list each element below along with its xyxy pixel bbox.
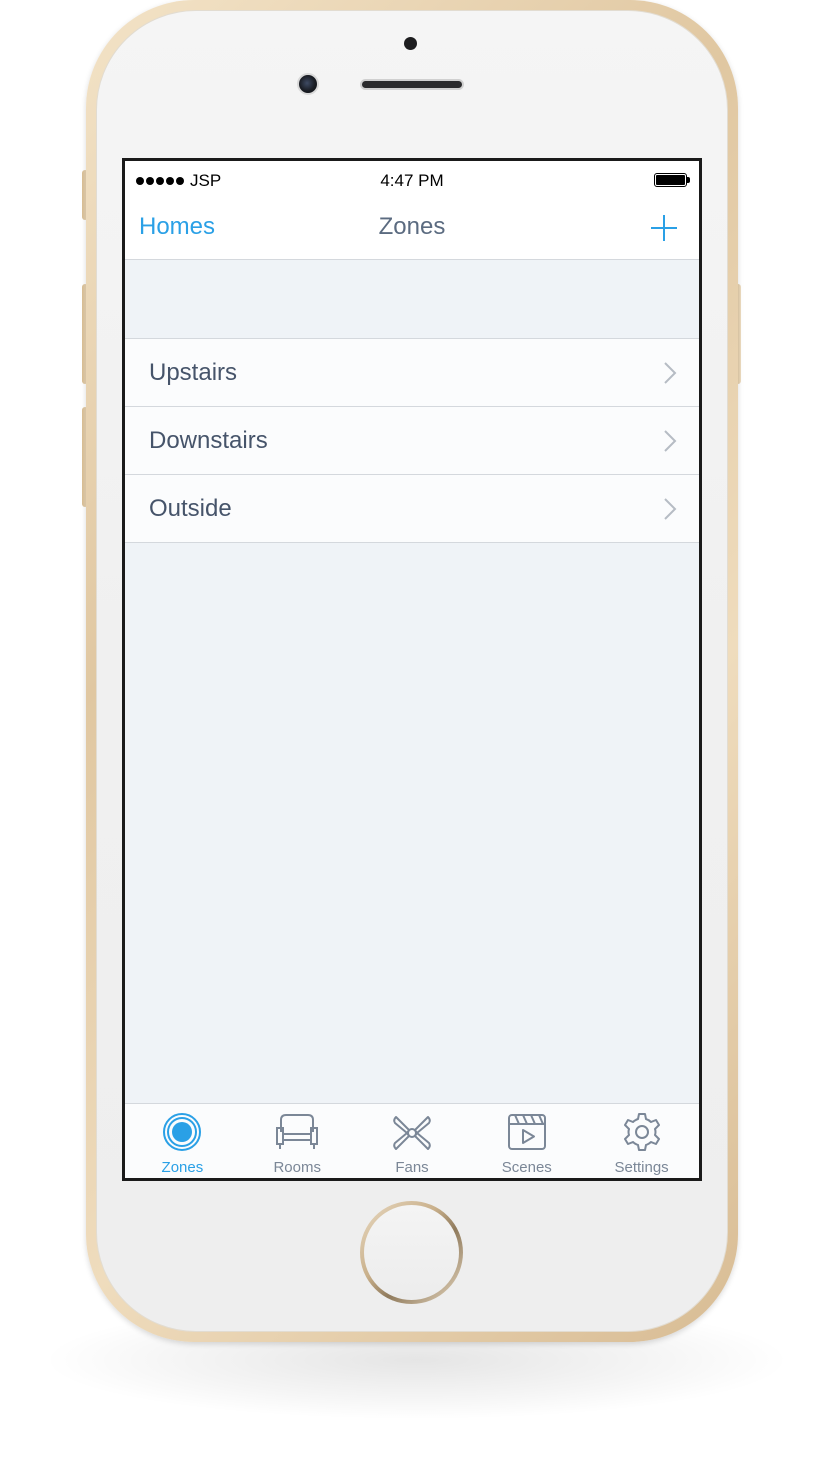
app-screen: JSP 4:47 PM Homes Zones Upstairs Downsta…	[125, 161, 699, 1178]
earpiece-speaker	[360, 79, 464, 90]
tab-label: Settings	[614, 1159, 669, 1176]
tab-label: Rooms	[273, 1159, 321, 1176]
status-time: 4:47 PM	[380, 171, 444, 190]
clapperboard-icon	[507, 1114, 546, 1150]
tab-zones[interactable]: Zones	[125, 1104, 240, 1178]
chevron-right-icon	[664, 430, 677, 452]
sofa-icon	[276, 1114, 319, 1149]
chevron-right-icon	[664, 498, 677, 520]
gear-icon	[623, 1113, 660, 1151]
tab-rooms[interactable]: Rooms	[240, 1104, 355, 1178]
zone-row-upstairs[interactable]: Upstairs	[125, 339, 699, 407]
tab-label: Scenes	[501, 1159, 552, 1176]
zone-label: Downstairs	[149, 427, 268, 454]
front-camera	[297, 73, 319, 95]
status-bar: JSP 4:47 PM	[125, 161, 699, 199]
tab-scenes[interactable]: Scenes	[469, 1104, 584, 1178]
zones-icon	[163, 1113, 202, 1151]
navigation-bar: Homes Zones	[125, 199, 699, 260]
tab-bar: Zones Rooms Fans Scenes Settings	[125, 1103, 699, 1178]
tab-settings[interactable]: Settings	[584, 1104, 699, 1178]
zone-label: Outside	[149, 495, 232, 522]
zone-row-downstairs[interactable]: Downstairs	[125, 407, 699, 475]
plus-icon	[651, 215, 677, 241]
tab-label: Fans	[395, 1159, 429, 1176]
tab-fans[interactable]: Fans	[355, 1104, 470, 1178]
zone-label: Upstairs	[149, 359, 238, 386]
add-zone-button[interactable]	[649, 213, 679, 243]
chevron-right-icon	[664, 362, 677, 384]
tab-label: Zones	[161, 1159, 204, 1176]
proximity-sensor	[404, 37, 417, 50]
zone-row-outside[interactable]: Outside	[125, 475, 699, 543]
homes-back-button[interactable]: Homes	[139, 213, 215, 241]
battery-icon	[654, 173, 690, 187]
phone-screen: JSP 4:47 PM Homes Zones Upstairs Downsta…	[122, 158, 702, 1181]
fan-icon	[393, 1116, 431, 1150]
home-button[interactable]	[360, 1201, 463, 1304]
zone-list: Upstairs Downstairs Outside	[125, 338, 699, 543]
